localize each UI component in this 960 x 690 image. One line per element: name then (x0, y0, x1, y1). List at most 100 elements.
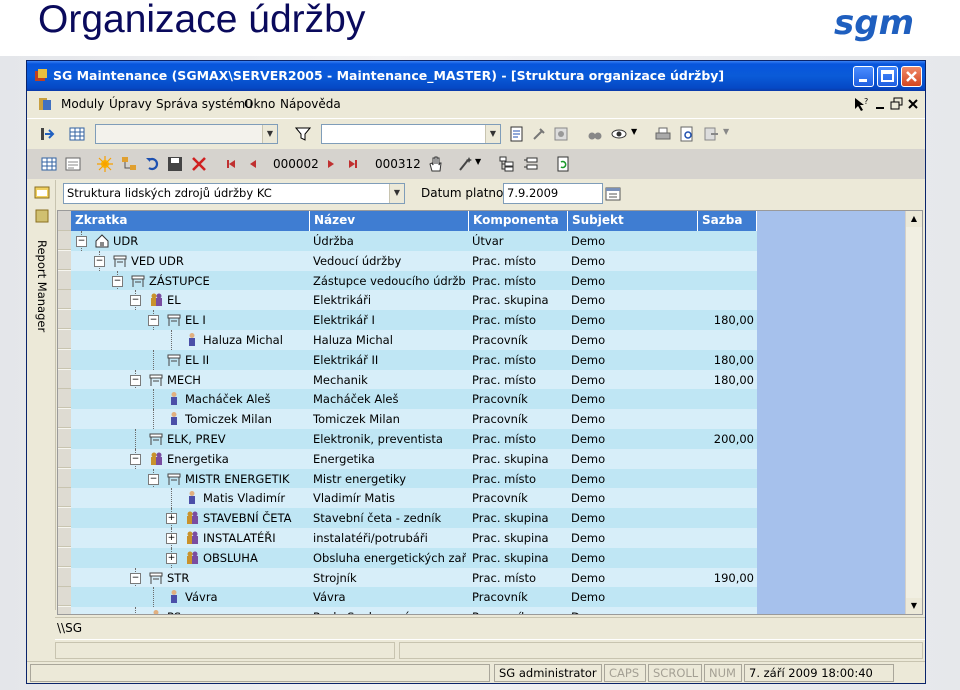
table-row[interactable]: − ZÁSTUPCE Zástupce vedoucího údržby Prac. … (71, 270, 757, 291)
col-header-komponenta[interactable]: Komponenta (469, 211, 568, 231)
table-row[interactable]: PS Pavla Soukupová Pracovník Demo (71, 607, 757, 614)
help-pointer-icon[interactable]: ? (853, 96, 869, 112)
row-selector[interactable] (58, 270, 71, 290)
scroll-up-button[interactable]: ▲ (906, 211, 922, 227)
row-selector[interactable] (58, 330, 71, 349)
row-selector[interactable] (58, 231, 71, 250)
login-arrow-icon[interactable] (39, 126, 55, 142)
row-selector[interactable] (58, 547, 71, 567)
menu-moduly[interactable]: Moduly (61, 97, 104, 111)
hand-icon[interactable] (427, 156, 443, 172)
filter-combo[interactable]: ▼ (321, 124, 501, 144)
collapse-icon[interactable]: − (94, 255, 105, 267)
date-input[interactable]: 7.9.2009 (503, 183, 603, 204)
table-row[interactable]: − UDR Údržba Útvar Demo (71, 231, 757, 251)
window-titlebar[interactable]: SG Maintenance (SGMAX\SERVER2005 - Maint… (27, 61, 925, 91)
scroll-down-button[interactable]: ▼ (906, 598, 922, 614)
row-selector[interactable] (58, 250, 71, 270)
row-selector[interactable] (58, 468, 71, 488)
table-row[interactable]: + OBSLUHA Obsluha energetických zařízení Pr… (71, 547, 757, 568)
collapse-icon[interactable]: − (130, 572, 141, 584)
col-header-sazba[interactable]: Sazba (698, 211, 757, 231)
table-row[interactable]: Tomiczek Milan Tomiczek Milan Pracovník Dem… (71, 409, 757, 430)
table-row[interactable]: Vávra Vávra Pracovník Demo (71, 587, 757, 608)
structure-icon[interactable] (34, 184, 50, 200)
menu-upravy[interactable]: Úpravy (109, 97, 152, 111)
tools-icon[interactable] (531, 126, 547, 142)
collapse-icon[interactable]: − (112, 275, 123, 287)
collapse-icon[interactable]: − (130, 295, 141, 307)
print-preview-icon[interactable] (679, 126, 695, 142)
table-row[interactable]: + STAVEBNÍ ČETA Stavební četa - zedník Prac… (71, 508, 757, 529)
close-button[interactable] (901, 66, 922, 87)
table-row[interactable]: ELK, PREV Elektronik, preventista Prac. mí… (71, 429, 757, 449)
row-selector[interactable] (58, 290, 71, 310)
chevron-down-icon[interactable]: ▼ (723, 127, 729, 136)
first-record-icon[interactable] (223, 156, 239, 172)
collapse-icon[interactable]: − (148, 473, 159, 485)
col-header-nazev[interactable]: Název (310, 211, 469, 231)
row-selector[interactable] (58, 409, 71, 429)
row-selector[interactable] (58, 369, 71, 389)
calendar-icon[interactable] (605, 186, 621, 202)
col-header-subjekt[interactable]: Subjekt (568, 211, 698, 231)
table-row[interactable]: + INSTALATÉŘI instalatéři/potrubáři Prac. s… (71, 528, 757, 548)
minimize-button[interactable] (853, 66, 874, 87)
collapse-icon[interactable]: − (76, 236, 87, 247)
row-selector[interactable] (58, 310, 71, 330)
undo-icon[interactable] (145, 156, 161, 172)
form-icon[interactable] (65, 156, 81, 172)
layout-combo[interactable]: ▼ (95, 124, 278, 144)
binoculars-icon[interactable] (587, 126, 603, 142)
row-selector[interactable] (58, 528, 71, 547)
report-icon[interactable] (509, 126, 525, 142)
tree-expand-icon[interactable] (499, 156, 515, 172)
next-record-icon[interactable] (323, 156, 339, 172)
table-row[interactable]: − EL I Elektrikář I Prac. místo Demo 180,00 (71, 310, 757, 331)
print-icon[interactable] (655, 126, 671, 142)
row-selector[interactable] (58, 607, 71, 614)
menu-napoveda[interactable]: Nápověda (280, 97, 341, 111)
table-icon[interactable] (41, 156, 57, 172)
settings-icon[interactable] (553, 126, 569, 142)
mdi-close-icon[interactable] (905, 96, 921, 112)
table-row[interactable]: Haluza Michal Haluza Michal Pracovník Demo (71, 330, 757, 350)
grid-scrollbar[interactable]: ▲ ▼ (905, 211, 922, 614)
expand-icon[interactable]: + (166, 533, 177, 544)
table-row[interactable]: Matis Vladimír Vladimír Matis Pracovník Dem… (71, 488, 757, 509)
table-row[interactable]: − STR Strojník Prac. místo Demo 190,00 (71, 567, 757, 588)
row-selector[interactable] (58, 389, 71, 409)
collapse-icon[interactable]: − (148, 315, 159, 327)
filter-icon[interactable] (295, 126, 311, 142)
report-manager-icon[interactable] (34, 208, 50, 224)
menu-okno[interactable]: Okno (244, 97, 275, 111)
collapse-icon[interactable]: − (130, 374, 141, 386)
chevron-down-icon[interactable]: ▼ (475, 157, 481, 166)
mdi-restore-icon[interactable] (889, 96, 905, 112)
report-manager-tab[interactable]: Report Manager (35, 240, 49, 332)
table-row[interactable]: − VED UDR Vedoucí údržby Prac. místo Demo (71, 250, 757, 271)
collapse-icon[interactable]: − (130, 453, 141, 465)
table-row[interactable]: EL II Elektrikář II Prac. místo Demo 180,00 (71, 349, 757, 370)
expand-icon[interactable]: + (166, 513, 177, 525)
grid-view-icon[interactable] (69, 126, 85, 142)
delete-icon[interactable] (191, 156, 207, 172)
last-record-icon[interactable] (345, 156, 361, 172)
refresh-icon[interactable] (555, 156, 571, 172)
table-row[interactable]: − Energetika Energetika Prac. skupina Demo (71, 448, 757, 469)
table-row[interactable]: − MECH Mechanik Prac. místo Demo 180,00 (71, 369, 757, 390)
row-selector[interactable] (58, 448, 71, 468)
hierarchy-icon[interactable] (121, 156, 137, 172)
save-icon[interactable] (167, 156, 183, 172)
export-icon[interactable] (703, 126, 719, 142)
expand-icon[interactable]: + (166, 552, 177, 564)
structure-select[interactable]: Struktura lidských zdrojů údržby KC ▼ (63, 183, 405, 204)
table-row[interactable]: Macháček Aleš Macháček Aleš Pracovník Demo (71, 389, 757, 410)
menu-sprava-systemu[interactable]: Správa systému (156, 97, 253, 111)
row-selector[interactable] (58, 429, 71, 448)
table-row[interactable]: − EL Elektrikáři Prac. skupina Demo (71, 290, 757, 311)
chevron-down-icon[interactable]: ▼ (631, 127, 637, 136)
tree-collapse-icon[interactable] (523, 156, 539, 172)
row-selector[interactable] (58, 587, 71, 607)
row-selector[interactable] (58, 508, 71, 528)
